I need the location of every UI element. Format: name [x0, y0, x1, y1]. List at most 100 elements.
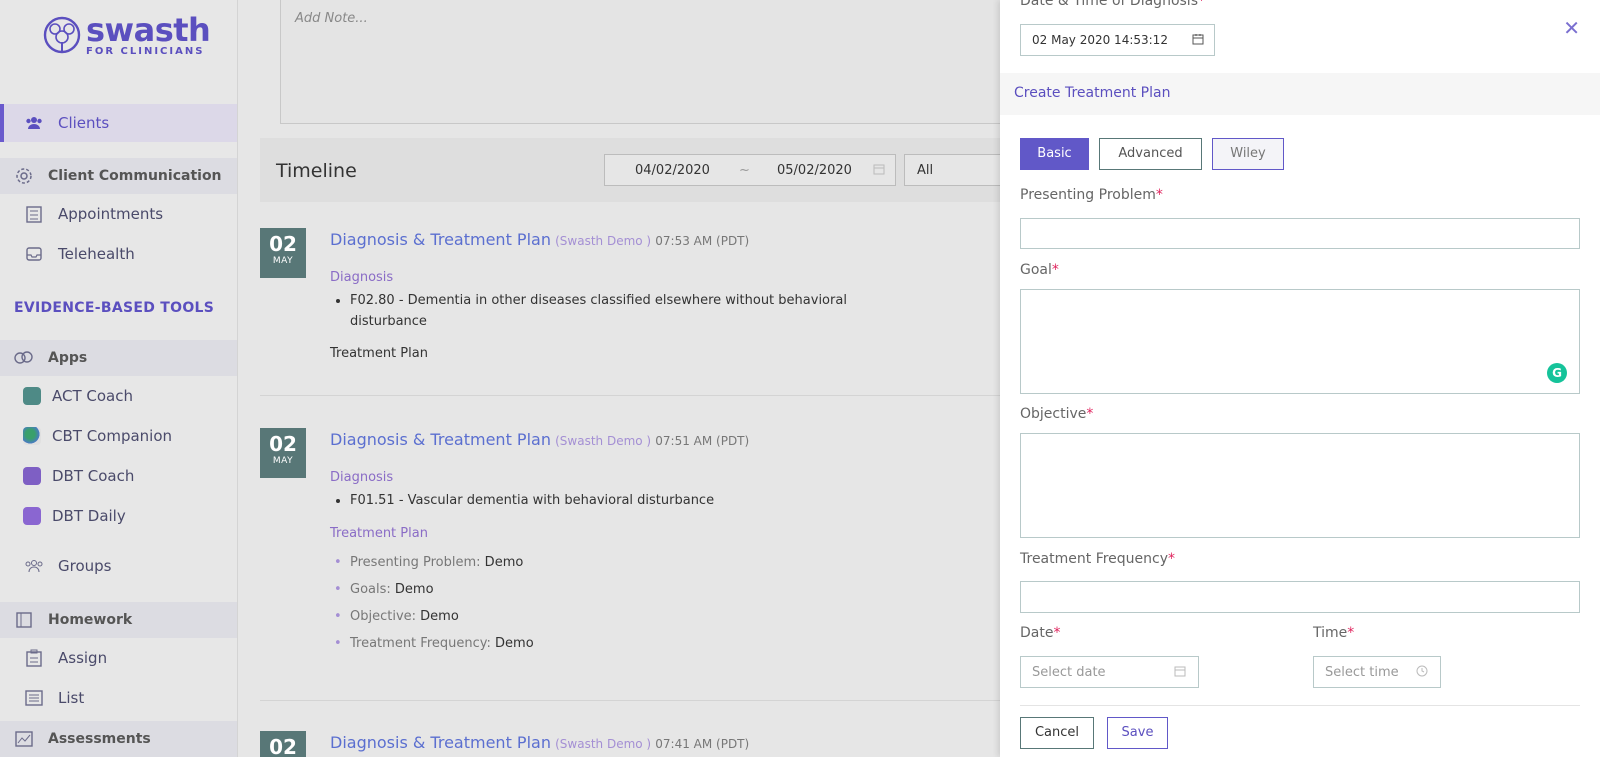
- plan-item-goals: Goals: Demo: [330, 576, 534, 603]
- sidebar-item-label: ACT Coach: [52, 387, 133, 405]
- calendar-icon: [1192, 33, 1204, 48]
- time-label: Time*: [1313, 625, 1355, 641]
- gear-icon: [14, 166, 34, 186]
- sidebar-item-label: DBT Coach: [52, 467, 135, 485]
- sidebar-item-act-coach[interactable]: ACT Coach: [0, 378, 237, 414]
- sidebar-item-label: CBT Companion: [52, 427, 173, 445]
- inbox-icon: [24, 244, 44, 264]
- sidebar-group-label: Client Communication: [48, 168, 222, 184]
- entry-title-link[interactable]: Diagnosis & Treatment Plan: [330, 230, 551, 249]
- treatment-frequency-label: Treatment Frequency*: [1020, 551, 1176, 567]
- time-picker-input[interactable]: Select time: [1313, 656, 1441, 688]
- users-icon: [24, 113, 44, 133]
- calendar-icon: [873, 163, 885, 179]
- cbt-companion-icon: [22, 426, 42, 446]
- presenting-problem-input[interactable]: [1020, 218, 1580, 249]
- add-note-textarea[interactable]: Add Note...: [280, 0, 1000, 124]
- entry-author: (Swasth Demo ): [555, 234, 652, 248]
- date-badge: 02 MAY: [260, 428, 306, 478]
- grammarly-icon[interactable]: G: [1547, 363, 1567, 383]
- sidebar-item-telehealth[interactable]: Telehealth: [0, 236, 237, 272]
- sidebar-item-list[interactable]: List: [0, 680, 237, 716]
- sidebar-item-cbt-companion[interactable]: CBT Companion: [0, 418, 237, 454]
- sidebar-item-label: DBT Daily: [52, 507, 126, 525]
- clipboard-icon: [24, 648, 44, 668]
- entry-divider: [260, 395, 1000, 396]
- create-treatment-plan-title: Create Treatment Plan: [1014, 85, 1171, 101]
- date-range-picker[interactable]: 04/02/2020 ~ 05/02/2020: [604, 154, 896, 186]
- tab-advanced[interactable]: Advanced: [1099, 138, 1202, 170]
- date-badge: 02 MAY: [260, 228, 306, 278]
- sidebar-group-assessments[interactable]: Assessments: [0, 721, 237, 757]
- sidebar-item-label: Appointments: [58, 205, 164, 223]
- dbt-coach-icon: [22, 466, 42, 486]
- footer-divider: [1020, 705, 1580, 706]
- book-icon: [14, 610, 34, 630]
- objective-textarea[interactable]: [1020, 433, 1580, 538]
- sidebar-item-label: List: [58, 689, 85, 707]
- diagnosis-label: Diagnosis: [330, 270, 394, 285]
- sidebar-group-homework[interactable]: Homework: [0, 602, 237, 638]
- date-range-end: 05/02/2020: [777, 163, 852, 178]
- section-title-evidence-tools: EVIDENCE-BASED TOOLS: [14, 300, 215, 316]
- timeline-header: Timeline 04/02/2020 ~ 05/02/2020 All: [260, 138, 1000, 202]
- create-treatment-plan-header: Create Treatment Plan: [1000, 73, 1600, 115]
- sidebar-group-label: Homework: [48, 612, 133, 628]
- date-badge-day: 02: [269, 432, 297, 456]
- act-coach-icon: [22, 386, 42, 406]
- diagnosis-datetime-input[interactable]: 02 May 2020 14:53:12: [1020, 24, 1215, 56]
- calendar-icon: [1174, 665, 1186, 681]
- date-label: Date*: [1020, 625, 1061, 641]
- timeline-entry-header: Diagnosis & Treatment Plan (Swasth Demo …: [330, 230, 749, 249]
- chart-icon: [14, 729, 34, 749]
- date-range-separator: ~: [739, 163, 750, 178]
- tab-basic[interactable]: Basic: [1020, 138, 1089, 170]
- add-note-placeholder: Add Note...: [295, 11, 368, 26]
- sidebar-item-dbt-coach[interactable]: DBT Coach: [0, 458, 237, 494]
- sidebar-group-apps[interactable]: Apps: [0, 340, 237, 376]
- diagnosis-datetime-label: Date & Time of Diagnosis*: [1020, 0, 1205, 9]
- brain-tree-logo-icon: [43, 16, 81, 53]
- timeline-filter-select[interactable]: All: [904, 154, 1000, 186]
- logo-subtitle: FOR CLINICIANS: [86, 46, 205, 57]
- close-icon[interactable]: ✕: [1563, 16, 1580, 40]
- timeline-title: Timeline: [276, 160, 357, 182]
- presenting-problem-label: Presenting Problem*: [1020, 187, 1163, 203]
- tab-wiley[interactable]: Wiley: [1212, 138, 1284, 170]
- diagnosis-item: F01.51 - Vascular dementia with behavior…: [350, 490, 890, 511]
- sidebar-item-label: Assign: [58, 649, 108, 667]
- sidebar-item-clients[interactable]: Clients: [0, 104, 237, 142]
- entry-title-link[interactable]: Diagnosis & Treatment Plan: [330, 430, 551, 449]
- date-badge-day: 02: [269, 735, 297, 757]
- cancel-button[interactable]: Cancel: [1020, 717, 1094, 749]
- goal-textarea[interactable]: G: [1020, 289, 1580, 394]
- plan-item-objective: Objective: Demo: [330, 603, 534, 630]
- dbt-daily-icon: [22, 506, 42, 526]
- goal-label: Goal*: [1020, 262, 1059, 278]
- building-icon: [24, 204, 44, 224]
- groups-icon: [24, 556, 44, 576]
- sidebar-item-appointments[interactable]: Appointments: [0, 196, 237, 232]
- date-badge: 02: [260, 731, 306, 757]
- plan-item-presenting-problem: Presenting Problem: Demo: [330, 549, 534, 576]
- entry-author: (Swasth Demo ): [555, 737, 652, 751]
- save-button[interactable]: Save: [1107, 717, 1168, 749]
- diagnosis-item: F02.80 - Dementia in other diseases clas…: [350, 290, 850, 332]
- sidebar-group-label: Assessments: [48, 731, 151, 747]
- sidebar-group-client-communication[interactable]: Client Communication: [0, 158, 237, 194]
- sidebar-item-dbt-daily[interactable]: DBT Daily: [0, 498, 237, 534]
- date-range-start: 04/02/2020: [635, 163, 710, 178]
- plan-item-treatment-frequency: Treatment Frequency: Demo: [330, 630, 534, 657]
- treatment-plan-drawer: Date & Time of Diagnosis* 02 May 2020 14…: [1000, 0, 1600, 757]
- entry-divider: [260, 700, 1000, 701]
- sidebar-item-assign[interactable]: Assign: [0, 640, 237, 676]
- sidebar: swasth FOR CLINICIANS Clients Client Com…: [0, 0, 238, 757]
- treatment-plan-list: Presenting Problem: Demo Goals: Demo Obj…: [330, 549, 534, 657]
- logo[interactable]: swasth FOR CLINICIANS: [42, 14, 211, 57]
- sidebar-item-groups[interactable]: Groups: [0, 548, 237, 584]
- treatment-frequency-input[interactable]: [1020, 581, 1580, 613]
- entry-title-link[interactable]: Diagnosis & Treatment Plan: [330, 733, 551, 752]
- diagnosis-list: F02.80 - Dementia in other diseases clas…: [330, 290, 850, 332]
- date-picker-input[interactable]: Select date: [1020, 656, 1199, 688]
- entry-time: 07:53 AM (PDT): [655, 234, 750, 248]
